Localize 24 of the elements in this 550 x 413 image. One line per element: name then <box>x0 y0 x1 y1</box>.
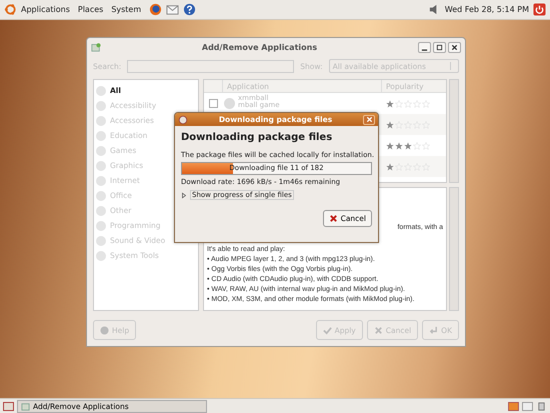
panel-menu[interactable]: System <box>111 5 142 14</box>
checkmark-icon <box>322 326 332 334</box>
envelope-icon[interactable] <box>166 3 180 16</box>
close-icon <box>451 44 458 50</box>
power-icon[interactable] <box>533 3 546 16</box>
ubuntu-logo-icon[interactable] <box>4 3 17 16</box>
help-icon[interactable] <box>183 3 196 16</box>
app-icon <box>224 98 235 109</box>
workspace-icon[interactable] <box>522 402 533 410</box>
show-desktop-icon[interactable] <box>3 402 14 410</box>
window-title: Add/Remove Applications <box>200 42 318 52</box>
panel-menu[interactable]: Places <box>78 5 104 14</box>
expander-arrow-icon[interactable] <box>181 192 187 198</box>
workspace-icon[interactable] <box>508 402 519 410</box>
panel-menu[interactable]: Applications <box>21 5 70 14</box>
return-arrow-icon <box>429 326 438 334</box>
cross-icon <box>374 326 383 334</box>
clock[interactable]: Wed Feb 28, 5:14 PM <box>444 5 529 14</box>
help-icon <box>100 326 109 334</box>
close-icon <box>366 116 372 123</box>
browser-globe-icon[interactable] <box>149 3 162 16</box>
maximize-icon <box>436 44 443 50</box>
cross-icon <box>328 214 338 223</box>
dialog-heading: Downloading package files <box>181 132 334 143</box>
